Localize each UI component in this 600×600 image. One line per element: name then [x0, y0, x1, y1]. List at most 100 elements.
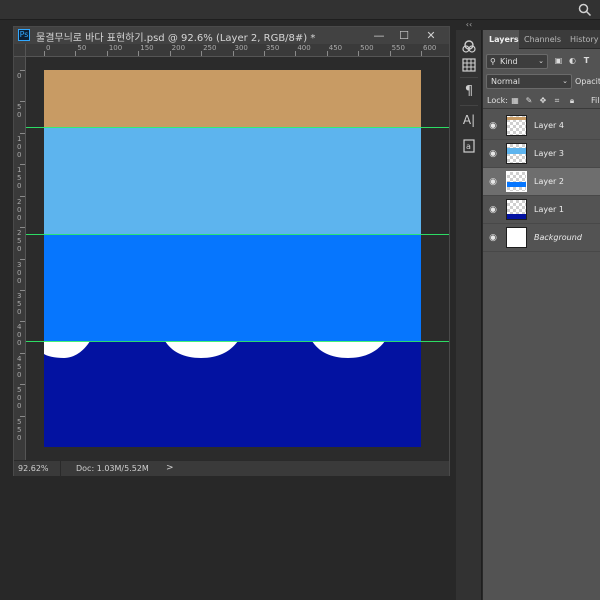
- ruler-label: 150: [140, 44, 154, 52]
- ruler-label: 100: [17, 134, 22, 159]
- fill-label[interactable]: Fil: [591, 96, 599, 105]
- panel-tabs: Layers Channels History: [483, 30, 600, 49]
- eye-icon[interactable]: ◉: [488, 177, 498, 187]
- eye-icon[interactable]: ◉: [488, 121, 498, 131]
- vertical-ruler[interactable]: 0 50 100 150 200 250 300 350 400 450 500 550: [14, 57, 26, 460]
- thumbnail-sand: [507, 117, 526, 120]
- sand-layer: [44, 70, 421, 127]
- layer-row-layer-1[interactable]: ◉ Layer 1: [483, 196, 600, 224]
- ruler-tick: [358, 51, 360, 56]
- status-menu-arrow[interactable]: >: [166, 463, 174, 473]
- tab-layers[interactable]: Layers: [483, 30, 519, 49]
- horizontal-ruler[interactable]: 0 50 100 150 200 250 300 350 400 450 500 550 600: [26, 44, 449, 57]
- lock-position-icon[interactable]: ✥: [538, 96, 548, 106]
- ruler-label: 50: [77, 44, 87, 52]
- character-icon[interactable]: A|: [461, 112, 477, 128]
- close-button[interactable]: ✕: [421, 27, 441, 44]
- blend-mode-value: Normal: [491, 77, 520, 86]
- canvas-area[interactable]: [26, 57, 449, 460]
- eye-icon[interactable]: ◉: [488, 205, 498, 215]
- layer-row-layer-3[interactable]: ◉ Layer 3: [483, 140, 600, 168]
- light-water-layer: [44, 127, 421, 234]
- layer-name[interactable]: Background: [534, 233, 582, 242]
- grid-icon[interactable]: [461, 57, 477, 73]
- filter-kind-value: Kind: [500, 57, 518, 66]
- ruler-tick: [138, 51, 140, 56]
- layer-name[interactable]: Layer 3: [534, 149, 564, 158]
- search-icon: ⚲: [490, 57, 496, 66]
- ruler-label: 0: [46, 44, 51, 52]
- ruler-label: 150: [17, 166, 22, 191]
- ruler-label: 300: [17, 260, 22, 285]
- filter-kind-select[interactable]: ⚲ Kind ⌄: [486, 54, 548, 69]
- tool-divider: [460, 105, 478, 106]
- lock-image-pixels-icon[interactable]: ✎: [524, 96, 534, 106]
- photoshop-document-icon: Ps: [18, 29, 30, 41]
- pixel-filter-icon[interactable]: ▣: [553, 55, 564, 66]
- eye-icon[interactable]: ◉: [488, 233, 498, 243]
- opacity-label[interactable]: Opacity: [575, 77, 600, 86]
- ruler-tick: [421, 51, 422, 56]
- minimize-button[interactable]: —: [369, 27, 389, 44]
- layer-row-background[interactable]: ◉ Background: [483, 224, 600, 252]
- ruler-tick: [20, 195, 25, 197]
- lock-row: Lock: ▦ ✎ ✥ ⌗ 🔒︎ Fil: [483, 93, 600, 109]
- ruler-label: 250: [203, 44, 217, 52]
- layer-row-layer-2[interactable]: ◉ Layer 2: [483, 168, 600, 196]
- ruler-label: 600: [423, 44, 437, 52]
- layer-name[interactable]: Layer 1: [534, 205, 564, 214]
- type-filter-icon[interactable]: T: [581, 55, 592, 66]
- ruler-label: 250: [17, 229, 22, 254]
- paragraph-icon[interactable]: ¶: [461, 84, 477, 100]
- glyphs-icon[interactable]: a: [461, 138, 477, 154]
- wave-foam-shapes: [44, 341, 385, 358]
- ruler-label: 350: [265, 44, 280, 52]
- guide-line[interactable]: [26, 234, 449, 235]
- ruler-tick: [20, 289, 25, 291]
- layer-thumbnail: [506, 227, 527, 248]
- layer-name[interactable]: Layer 2: [534, 177, 564, 186]
- ruler-label: 450: [17, 354, 22, 379]
- lock-all-icon[interactable]: 🔒︎: [567, 96, 577, 106]
- status-divider: [60, 461, 61, 477]
- layer-thumbnail: [506, 143, 527, 164]
- lock-artboard-icon[interactable]: ⌗: [552, 96, 562, 106]
- layer-name[interactable]: Layer 4: [534, 121, 564, 130]
- ruler-label: 500: [360, 44, 374, 52]
- status-bar: 92.62% Doc: 1.03M/5.52M >: [14, 460, 449, 477]
- guide-line[interactable]: [26, 127, 449, 128]
- ruler-label: 450: [328, 44, 343, 52]
- document-window: Ps 물결무늬로 바다 표현하기.psd @ 92.6% (Layer 2, R…: [13, 26, 450, 477]
- tab-channels[interactable]: Channels: [521, 30, 565, 49]
- blend-mode-select[interactable]: Normal ⌄: [486, 74, 572, 89]
- thumbnail-mid-water: [507, 182, 526, 187]
- tab-history[interactable]: History: [567, 30, 600, 49]
- layer-thumbnail: [506, 199, 527, 220]
- channel-mixer-icon[interactable]: [461, 38, 477, 54]
- chevron-down-icon: ⌄: [562, 77, 568, 85]
- thumbnail-deep-water: [507, 214, 526, 219]
- ruler-origin[interactable]: [14, 44, 26, 57]
- zoom-level[interactable]: 92.62%: [18, 464, 49, 473]
- document-titlebar[interactable]: Ps 물결무늬로 바다 표현하기.psd @ 92.6% (Layer 2, R…: [14, 27, 449, 44]
- eye-icon[interactable]: ◉: [488, 149, 498, 159]
- layer-row-layer-4[interactable]: ◉ Layer 4: [483, 112, 600, 140]
- adjustment-filter-icon[interactable]: ◐: [567, 55, 578, 66]
- ruler-tick: [389, 51, 391, 56]
- ruler-tick: [20, 415, 25, 417]
- ruler-tick: [20, 227, 25, 229]
- search-icon[interactable]: [578, 3, 592, 17]
- guide-line[interactable]: [26, 341, 449, 342]
- restore-button[interactable]: ☐: [394, 27, 414, 44]
- collapse-panels-button[interactable]: ‹‹: [456, 20, 482, 30]
- ruler-tick: [44, 51, 45, 56]
- photoshop-workspace: Ps 물결무늬로 바다 표현하기.psd @ 92.6% (Layer 2, R…: [0, 0, 600, 600]
- ruler-tick: [20, 132, 25, 134]
- ruler-tick: [20, 258, 25, 260]
- thumbnail-light-water: [507, 148, 526, 154]
- blend-mode-row: Normal ⌄ Opacity: [483, 73, 600, 91]
- ruler-tick: [263, 51, 265, 56]
- lock-label: Lock:: [487, 96, 508, 105]
- lock-transparent-pixels-icon[interactable]: ▦: [510, 96, 520, 106]
- ruler-label: 0: [17, 72, 22, 80]
